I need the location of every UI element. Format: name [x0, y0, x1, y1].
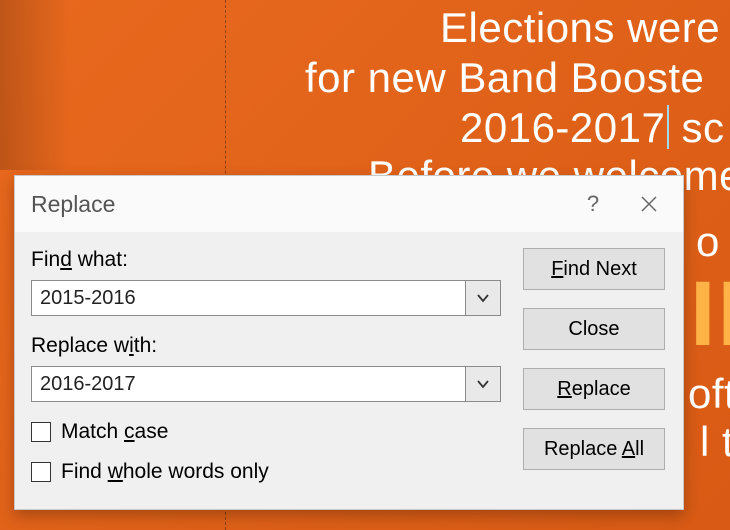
checkbox-box — [31, 422, 51, 442]
text-cursor — [667, 105, 669, 149]
shadow-decor — [0, 0, 70, 170]
dialog-left-column: Find what: Replace with: — [31, 248, 501, 500]
chevron-down-icon — [476, 293, 490, 303]
slide-text-fragment: 2016-2017 — [460, 104, 665, 151]
slide-text-line: 2016-2017 sc — [460, 104, 725, 153]
help-button[interactable]: ? — [565, 176, 621, 232]
dialog-titlebar: Replace ? — [15, 176, 683, 232]
close-button[interactable] — [621, 176, 677, 232]
replace-with-label: Replace with: — [31, 334, 501, 358]
find-next-button[interactable]: Find Next — [523, 248, 665, 290]
chevron-down-icon — [476, 379, 490, 389]
checkbox-label: Find whole words only — [61, 460, 269, 484]
slide-text-fragment: sc — [669, 104, 724, 151]
close-dialog-button[interactable]: Close — [523, 308, 665, 350]
replace-with-combo — [31, 366, 501, 402]
checkbox-label: Match case — [61, 420, 168, 444]
slide-text-line: l t — [700, 418, 730, 466]
match-case-checkbox[interactable]: Match case — [31, 420, 501, 444]
checkbox-box — [31, 462, 51, 482]
slide-big-text: IK — [690, 262, 730, 367]
dialog-body: Find what: Replace with: — [15, 232, 683, 510]
close-icon — [640, 195, 658, 213]
slide-text-line: Elections were — [440, 4, 720, 52]
replace-all-button[interactable]: Replace All — [523, 428, 665, 470]
replace-with-input[interactable] — [31, 366, 465, 402]
find-what-dropdown[interactable] — [465, 280, 501, 316]
dialog-title: Replace — [31, 191, 565, 218]
find-what-input[interactable] — [31, 280, 465, 316]
slide-text-line: oft — [688, 370, 730, 418]
slide-text-fragment: o g — [696, 218, 730, 266]
dialog-button-column: Find Next Close Replace Replace All — [523, 248, 665, 500]
replace-button[interactable]: Replace — [523, 368, 665, 410]
replace-dialog: Replace ? Find what: Replace with: — [14, 175, 684, 510]
find-what-label: Find what: — [31, 248, 501, 272]
replace-with-dropdown[interactable] — [465, 366, 501, 402]
find-what-combo — [31, 280, 501, 316]
options-group: Match case Find whole words only — [31, 420, 501, 484]
whole-words-checkbox[interactable]: Find whole words only — [31, 460, 501, 484]
slide-text-line: for new Band Booste — [305, 54, 704, 102]
slide-background: Elections were for new Band Booste 2016-… — [0, 0, 730, 530]
